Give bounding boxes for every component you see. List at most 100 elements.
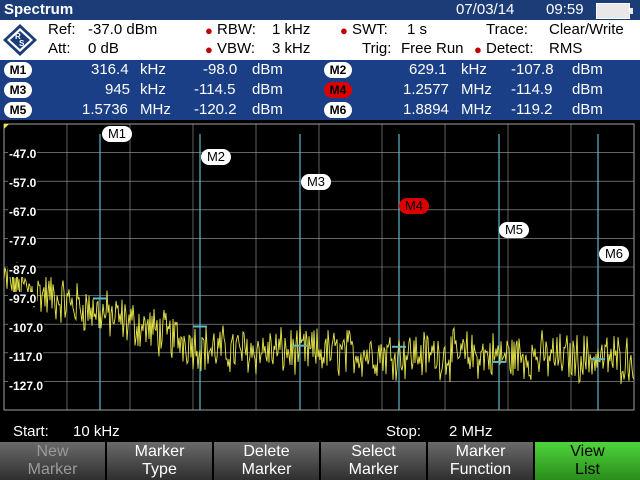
marker-level-unit: dBm [572,61,603,78]
marker-level-unit: dBm [572,101,603,118]
softkey-line2: Function [449,461,512,478]
battery-icon [596,3,633,19]
y-tick-label: -67.0 [8,205,38,219]
rohde-schwarz-logo-icon: R S [3,24,37,56]
softkey-line2: Marker [27,461,78,478]
marker-level: -119.2 [511,101,553,118]
rbw-value: 1 kHz [272,21,311,38]
marker-level: -98.0 [203,61,238,78]
marker-freq-unit: MHz [140,101,171,118]
softkey-line2: Type [142,461,177,478]
trace-value: Clear/Write [549,21,624,38]
marker-level-unit: dBm [252,101,283,118]
y-tick-label: -107.0 [8,321,45,335]
marker-freq: 316.4 [91,61,129,78]
marker-level-unit: dBm [252,81,283,98]
ref-label: Ref: [48,21,76,38]
plot-marker-m1[interactable]: M1 [102,126,132,142]
sweep-range-bar: Start: 10 kHz Stop: 2 MHz [0,420,640,442]
marker-badge-m5[interactable]: M5 [4,102,32,118]
plot-marker-m3[interactable]: M3 [301,174,331,190]
y-tick-label: -57.0 [8,176,38,190]
y-tick-label: -87.0 [8,263,38,277]
marker-level: -114.5 [194,81,236,98]
swt-coupling-dot-icon: ● [340,23,348,38]
softkey-line1: Select [351,443,396,460]
spectrum-plot[interactable]: -47.0 -57.0 -67.0 -77.0 -87.0 -97.0 -107… [0,120,640,420]
detect-value: RMS [549,40,583,57]
swt-label: SWT: [352,21,388,38]
time-display: 09:59 [546,1,584,18]
trace-label: Trace: [486,21,528,38]
y-tick-label: -127.0 [8,379,45,393]
marker-badge-m1[interactable]: M1 [4,62,32,78]
att-label: Att: [48,40,71,57]
y-tick-label: -117.0 [8,350,44,364]
marker-function-button[interactable]: Marker Function [428,442,533,480]
new-marker-button[interactable]: New Marker [0,442,105,480]
marker-badge-m3[interactable]: M3 [4,82,32,98]
y-tick-label: -77.0 [8,234,38,248]
marker-freq-unit: kHz [461,61,487,78]
softkey-line2: Marker [348,461,399,478]
marker-freq: 1.2577 [403,81,449,98]
plot-marker-m2[interactable]: M2 [201,149,231,165]
delete-marker-button[interactable]: Delete Marker [214,442,319,480]
start-value: 10 kHz [73,423,120,440]
softkey-line2: Marker [241,461,292,478]
marker-badge-m6[interactable]: M6 [324,102,352,118]
plot-marker-m6[interactable]: M6 [599,246,629,262]
marker-freq-unit: kHz [140,61,166,78]
reference-corner-icon [4,124,9,129]
marker-type-button[interactable]: Marker Type [107,442,212,480]
title-bar: Spectrum 07/03/14 09:59 [0,0,640,20]
marker-freq-unit: MHz [461,101,492,118]
spectrum-trace-graph [3,123,635,411]
vbw-label: VBW: [217,40,256,57]
marker-freq: 1.8894 [403,101,449,118]
vbw-value: 3 kHz [272,40,311,57]
trig-value: Free Run [401,40,464,57]
detect-label: Detect: [486,40,534,57]
vbw-coupling-dot-icon: ● [205,42,213,57]
marker-freq-unit: kHz [140,81,166,98]
view-list-button[interactable]: View List [535,442,640,480]
marker-level: -107.8 [511,61,554,78]
marker-freq: 629.1 [409,61,447,78]
marker-badge-m4-active[interactable]: M4 [324,82,352,98]
marker-level-unit: dBm [252,61,283,78]
marker-badge-m2[interactable]: M2 [324,62,352,78]
marker-level-unit: dBm [572,81,603,98]
softkey-line1: View [570,443,605,460]
trig-label: Trig: [362,40,392,57]
detect-coupling-dot-icon: ● [474,42,482,57]
app-title: Spectrum [4,1,74,18]
stop-value: 2 MHz [449,423,493,440]
softkey-bar: New Marker Marker Type Delete Marker Sel… [0,442,640,480]
marker-freq: 1.5736 [82,101,128,118]
att-value: 0 dB [88,40,119,57]
rbw-coupling-dot-icon: ● [205,23,213,38]
plot-marker-m4-active[interactable]: M4 [399,198,429,214]
softkey-line1: New [36,443,69,460]
softkey-line1: Marker [134,443,185,460]
stop-label: Stop: [386,423,422,440]
marker-level: -120.2 [194,101,237,118]
start-label: Start: [13,423,49,440]
date-display: 07/03/14 [456,1,515,18]
marker-freq: 945 [105,81,131,98]
marker-level: -114.9 [511,81,553,98]
y-tick-label: -47.0 [8,147,38,161]
softkey-line1: Delete [243,443,290,460]
plot-marker-m5[interactable]: M5 [499,222,529,238]
softkey-line1: Marker [455,443,506,460]
y-tick-label: -97.0 [8,292,38,306]
marker-freq-unit: MHz [461,81,492,98]
svg-text:S: S [19,39,25,48]
select-marker-button[interactable]: Select Marker [321,442,426,480]
marker-table: M1 316.4 kHz -98.0 dBm M2 629.1 kHz -107… [0,60,640,120]
softkey-line2: List [575,461,600,478]
swt-value: 1 s [407,21,428,38]
settings-panel: R S Ref: -37.0 dBm Att: 0 dB ● RBW: 1 kH… [0,20,640,60]
rbw-label: RBW: [217,21,256,38]
